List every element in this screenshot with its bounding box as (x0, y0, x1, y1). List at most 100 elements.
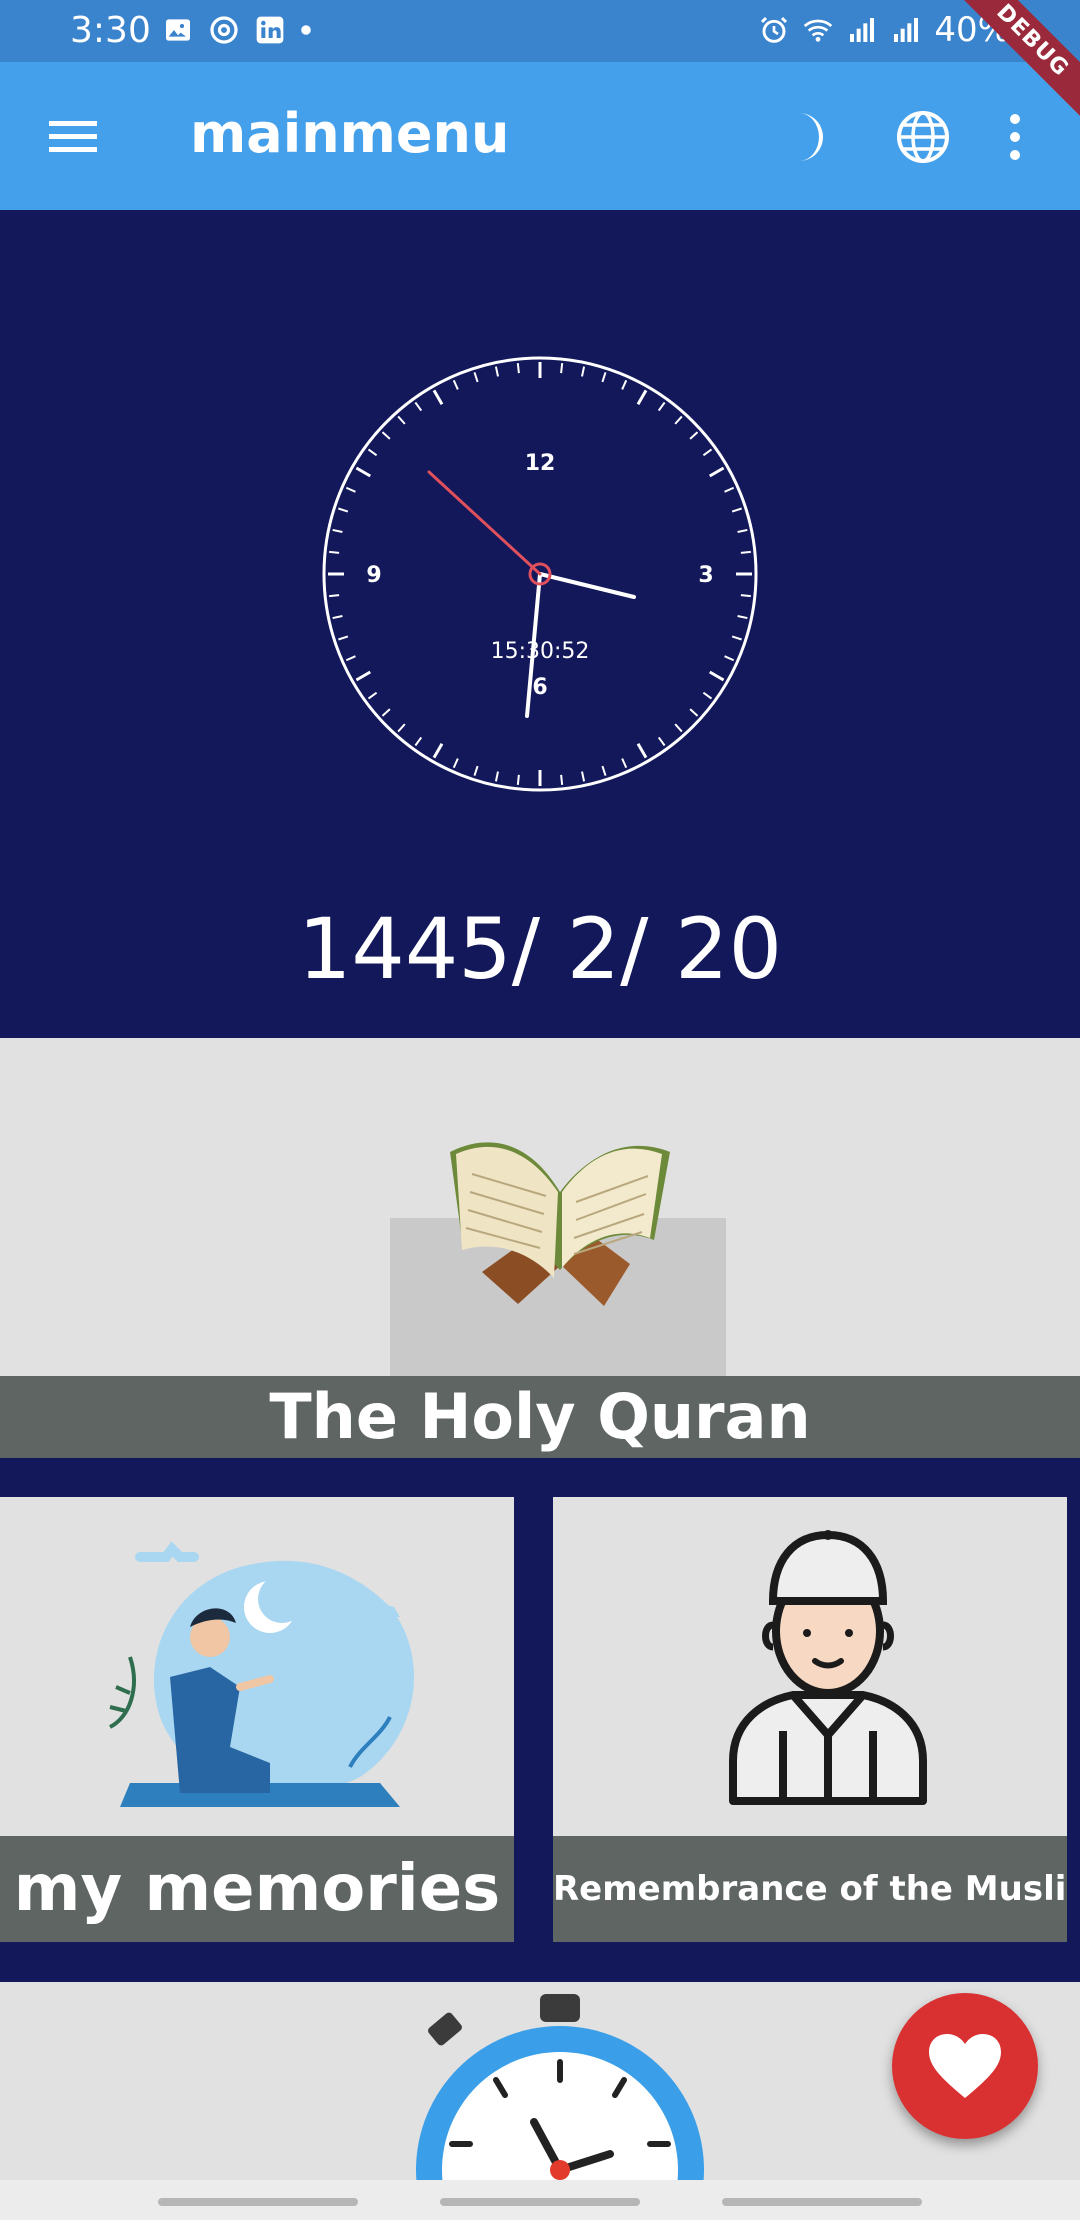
clock-tick (674, 415, 683, 425)
clock-tick (397, 415, 406, 425)
clock-tick (355, 670, 372, 682)
clock-tick (702, 691, 713, 700)
globe-icon (897, 111, 949, 163)
clock-tick (397, 723, 406, 733)
linkedin-icon (256, 16, 284, 44)
digital-time: 15:30:52 (491, 639, 590, 664)
clock-tick (737, 528, 748, 533)
menu-icon (49, 121, 97, 152)
clock-tick (674, 723, 683, 733)
clock-tick (636, 742, 648, 759)
dot-icon (301, 25, 311, 35)
remembrance-label: Remembrance of the Muslim (553, 1836, 1067, 1942)
praying-man-image (108, 1541, 415, 1807)
clock-tick (338, 635, 349, 641)
clock-tick (737, 615, 748, 620)
clock-tick (452, 758, 459, 769)
analog-clock: 12 3 6 9 15:30:52 (322, 356, 758, 792)
second-hand (427, 470, 542, 576)
at-sign-icon (210, 16, 238, 44)
clock-tick (367, 448, 378, 457)
clock-tick (345, 486, 356, 493)
clock-tick (621, 758, 628, 769)
clock-tick (473, 372, 479, 383)
clock-tick (636, 389, 648, 406)
app-bar: mainmenu (0, 62, 1080, 210)
clock-tick (657, 401, 666, 412)
clock-section: 12 3 6 9 15:30:52 1445/ 2/ 20 (0, 210, 1080, 1038)
muslim-man-icon (729, 1530, 927, 1805)
clock-tick (731, 507, 742, 513)
clock-tick (702, 448, 713, 457)
status-right: 40% (758, 10, 1010, 50)
clock-tick (332, 615, 343, 620)
clock-tick (329, 594, 340, 598)
clock-numeral-9: 9 (366, 563, 381, 588)
holy-quran-label: The Holy Quran (0, 1376, 1080, 1458)
notification-icons (162, 14, 312, 46)
language-button[interactable] (888, 102, 958, 172)
alarm-icon (761, 16, 788, 43)
nav-back-indicator[interactable] (722, 2198, 922, 2206)
remembrance-card[interactable]: Remembrance of the Muslim (553, 1497, 1067, 1942)
clock-tick (581, 771, 586, 782)
clock-tick (516, 363, 520, 374)
theme-toggle-button[interactable] (772, 102, 842, 172)
clock-tick (494, 771, 499, 782)
clock-tick (338, 507, 349, 513)
clock-tick (516, 774, 520, 785)
clock-tick (355, 466, 372, 478)
system-nav-bar (0, 2180, 1080, 2220)
signal-icon (850, 18, 875, 42)
clock-tick (414, 736, 423, 747)
heart-icon (929, 2034, 1001, 2098)
quran-stand-image (390, 1142, 726, 1378)
clock-tick (689, 708, 699, 717)
hijri-date: 1445/ 2/ 20 (297, 900, 783, 998)
clock-tick (689, 431, 699, 440)
holy-quran-card[interactable]: The Holy Quran (0, 1038, 1080, 1458)
my-memories-card[interactable]: my memories (0, 1497, 514, 1942)
clock-tick (740, 594, 751, 598)
clock-tick (560, 363, 564, 374)
clock-tick (740, 550, 751, 554)
more-vert-icon (1010, 114, 1020, 160)
status-time: 3:30 (70, 10, 151, 51)
signal-icon-2 (894, 18, 919, 42)
clock-tick (581, 366, 586, 377)
favorites-button[interactable] (892, 1993, 1038, 2139)
gallery-icon (166, 19, 190, 41)
clock-tick (381, 708, 391, 717)
clock-numeral-3: 3 (698, 563, 713, 588)
clock-tick (601, 765, 607, 776)
clock-tick (381, 431, 391, 440)
clock-tick (560, 774, 564, 785)
clock-tick (708, 670, 725, 682)
clock-tick (621, 379, 628, 390)
clock-tick (414, 401, 423, 412)
nav-recent-indicator[interactable] (158, 2198, 358, 2206)
clock-tick (708, 466, 725, 478)
clock-tick (657, 736, 666, 747)
my-memories-label: my memories (0, 1836, 514, 1942)
status-bar: 3:30 40% (0, 0, 1080, 62)
clock-tick (494, 366, 499, 377)
menu-button[interactable] (38, 102, 108, 172)
clock-tick (432, 389, 444, 406)
clock-tick (332, 528, 343, 533)
clock-tick (432, 742, 444, 759)
clock-tick (329, 550, 340, 554)
clock-numeral-6: 6 (532, 675, 547, 700)
moon-icon (799, 113, 823, 161)
hour-hand (538, 572, 636, 599)
clock-numeral-12: 12 (525, 451, 556, 476)
more-options-button[interactable] (990, 102, 1040, 172)
clock-tick (473, 765, 479, 776)
nav-home-indicator[interactable] (440, 2198, 640, 2206)
clock-tick (345, 655, 356, 662)
page-title: mainmenu (190, 102, 510, 165)
clock-tick (724, 486, 735, 493)
clock-tick (601, 372, 607, 383)
clock-tick (367, 691, 378, 700)
clock-tick (731, 635, 742, 641)
